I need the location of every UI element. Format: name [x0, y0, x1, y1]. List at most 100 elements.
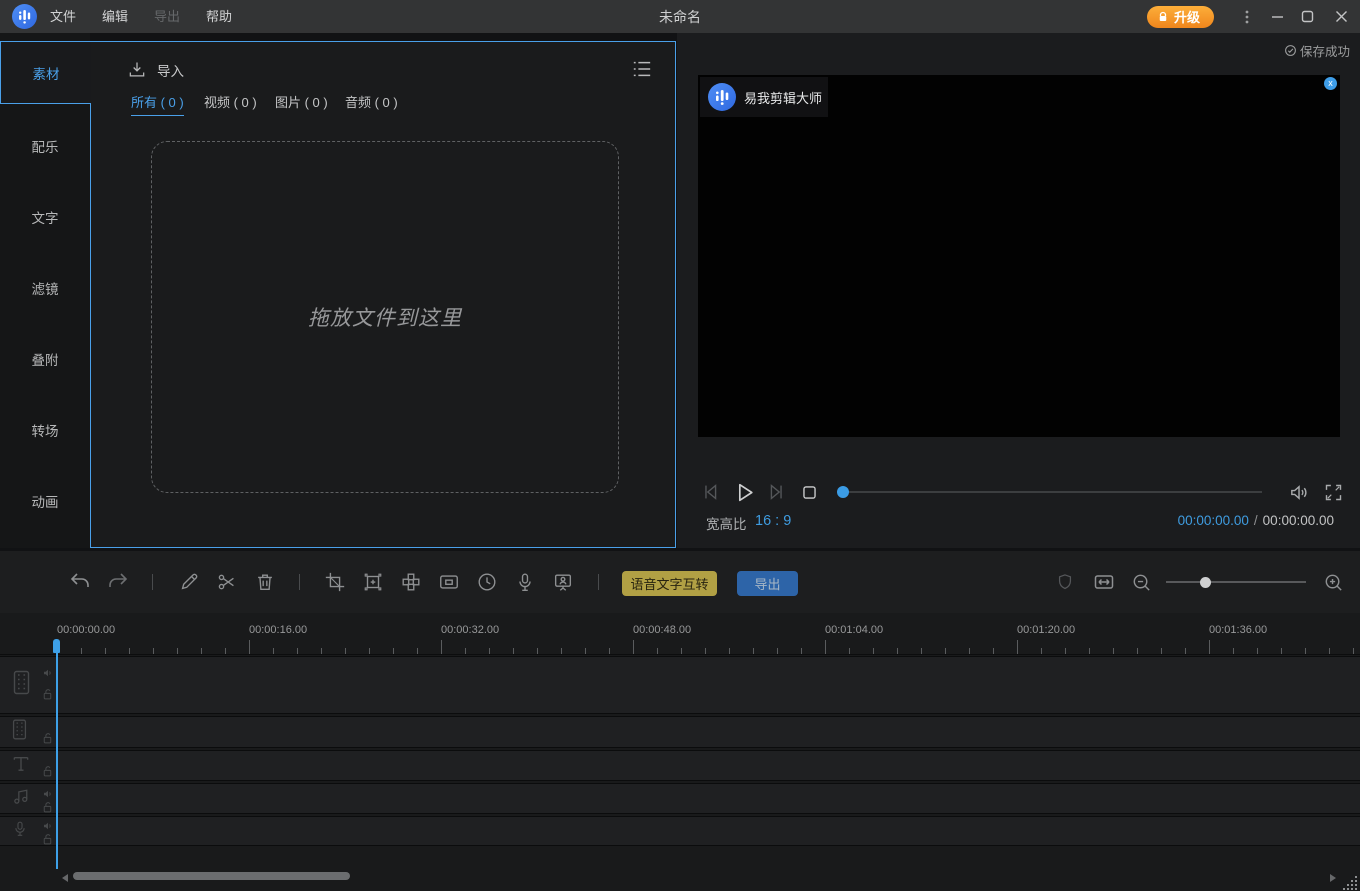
- ruler-minor-tick: [993, 648, 994, 654]
- menu-edit[interactable]: 编辑: [89, 0, 141, 33]
- track-volume-icon[interactable]: [42, 666, 54, 684]
- sidebar: 配乐 文字 滤镜 叠附 转场 动画: [0, 33, 90, 548]
- upgrade-button[interactable]: 升级: [1147, 6, 1214, 28]
- watermark-text: 易我剪辑大师: [744, 88, 822, 107]
- ruler-label: 00:00:00.00: [57, 624, 115, 636]
- ruler-minor-tick: [705, 648, 706, 654]
- track-lock-icon[interactable]: [42, 765, 53, 783]
- maximize-icon: [1301, 10, 1314, 23]
- zoom-in-button[interactable]: [1318, 567, 1348, 597]
- redo-icon: [106, 570, 130, 594]
- ruler-minor-tick: [561, 648, 562, 654]
- redo-button[interactable]: [103, 567, 133, 597]
- edit-button[interactable]: [174, 567, 204, 597]
- previous-frame-button[interactable]: [698, 479, 724, 505]
- more-menu-button[interactable]: [1232, 0, 1262, 33]
- playhead-handle[interactable]: [53, 639, 60, 653]
- sidebar-item-overlay[interactable]: 叠附: [0, 348, 90, 374]
- undo-button[interactable]: [65, 567, 95, 597]
- sidebar-item-media[interactable]: 素材: [0, 41, 91, 104]
- sidebar-item-transition[interactable]: 转场: [0, 419, 90, 445]
- track-lock-icon[interactable]: [42, 833, 53, 851]
- list-view-icon: [631, 59, 653, 79]
- media-tab-video[interactable]: 视频 ( 0 ): [204, 92, 257, 115]
- ruler-major-tick: [1209, 640, 1210, 654]
- fit-timeline-button[interactable]: [1089, 567, 1119, 597]
- current-time: 00:00:00.00: [1178, 513, 1249, 528]
- sidebar-item-filter[interactable]: 滤镜: [0, 277, 90, 303]
- overlay-video-track[interactable]: [0, 716, 1360, 748]
- record-screen-button[interactable]: [548, 567, 578, 597]
- pencil-icon: [178, 571, 200, 593]
- playhead-line: [56, 652, 58, 869]
- next-frame-button[interactable]: [763, 479, 789, 505]
- ruler-minor-tick: [225, 648, 226, 654]
- video-preview: 易我剪辑大师 x: [698, 75, 1340, 437]
- scroll-right-button[interactable]: [1330, 874, 1336, 882]
- ruler-minor-tick: [753, 648, 754, 654]
- media-tab-audio[interactable]: 音频 ( 0 ): [345, 92, 398, 115]
- preview-panel: 保存成功 易我剪辑大师 x: [677, 33, 1360, 548]
- track-lock-icon[interactable]: [42, 688, 53, 706]
- aspect-ratio-value[interactable]: 16 : 9: [755, 513, 791, 529]
- stop-button[interactable]: [796, 479, 822, 505]
- scroll-left-button[interactable]: [62, 874, 68, 882]
- sidebar-item-animation[interactable]: 动画: [0, 490, 90, 516]
- sidebar-item-music[interactable]: 配乐: [0, 135, 90, 161]
- ruler-minor-tick: [729, 648, 730, 654]
- volume-button[interactable]: [1286, 479, 1312, 505]
- media-tab-image[interactable]: 图片 ( 0 ): [275, 92, 328, 115]
- pip-button[interactable]: [434, 567, 464, 597]
- mosaic-button[interactable]: [396, 567, 426, 597]
- ruler-minor-tick: [873, 648, 874, 654]
- play-button[interactable]: [731, 479, 757, 505]
- timeline-zoom-slider[interactable]: [1166, 581, 1306, 583]
- duration-button[interactable]: [472, 567, 502, 597]
- list-view-button[interactable]: [631, 59, 653, 84]
- delete-button[interactable]: [250, 567, 280, 597]
- timeline-ruler[interactable]: 00:00:00.00 00:00:16.00 00:00:32.00 00:0…: [0, 616, 1360, 655]
- video-track[interactable]: [0, 656, 1360, 714]
- export-button[interactable]: 导出: [737, 571, 798, 596]
- ruler-minor-tick: [465, 648, 466, 654]
- split-button[interactable]: [212, 567, 242, 597]
- close-button[interactable]: [1322, 0, 1360, 33]
- ruler-minor-tick: [849, 648, 850, 654]
- resize-grip[interactable]: [1343, 876, 1358, 891]
- ruler-minor-tick: [417, 648, 418, 654]
- ruler-minor-tick: [585, 648, 586, 654]
- file-dropzone[interactable]: 拖放文件到这里: [151, 141, 619, 493]
- ruler-minor-tick: [321, 648, 322, 654]
- crop-button[interactable]: [320, 567, 350, 597]
- menu-help[interactable]: 帮助: [193, 0, 245, 33]
- play-icon: [732, 480, 757, 505]
- horizontal-scrollbar[interactable]: [73, 872, 350, 880]
- maximize-button[interactable]: [1292, 0, 1322, 33]
- sidebar-item-text[interactable]: 文字: [0, 206, 90, 232]
- voiceover-button[interactable]: [510, 567, 540, 597]
- import-button[interactable]: 导入: [127, 60, 184, 80]
- seek-handle[interactable]: [837, 486, 849, 498]
- minimize-button[interactable]: [1262, 0, 1292, 33]
- ruler-label: 00:01:04.00: [825, 624, 883, 636]
- voiceover-track[interactable]: [0, 816, 1360, 846]
- toolbar-separator: [152, 574, 153, 590]
- marker-button[interactable]: [1050, 567, 1080, 597]
- freeze-frame-button[interactable]: [358, 567, 388, 597]
- timeline-toolbar: 语音文字互转 导出: [0, 551, 1360, 613]
- ruler-minor-tick: [1185, 648, 1186, 654]
- menu-file[interactable]: 文件: [37, 0, 89, 33]
- microphone-icon: [514, 571, 536, 593]
- speech-text-convert-button[interactable]: 语音文字互转: [622, 571, 717, 596]
- zoom-out-button[interactable]: [1126, 567, 1156, 597]
- ruler-minor-tick: [129, 648, 130, 654]
- ruler-minor-tick: [921, 648, 922, 654]
- fullscreen-button[interactable]: [1320, 479, 1346, 505]
- track-lock-icon[interactable]: [42, 732, 53, 750]
- seek-bar[interactable]: [842, 491, 1262, 493]
- music-track[interactable]: [0, 783, 1360, 814]
- timeline-zoom-handle[interactable]: [1200, 577, 1211, 588]
- remove-watermark-button[interactable]: x: [1324, 77, 1337, 90]
- media-tab-all[interactable]: 所有 ( 0 ): [131, 92, 184, 116]
- text-track[interactable]: [0, 750, 1360, 781]
